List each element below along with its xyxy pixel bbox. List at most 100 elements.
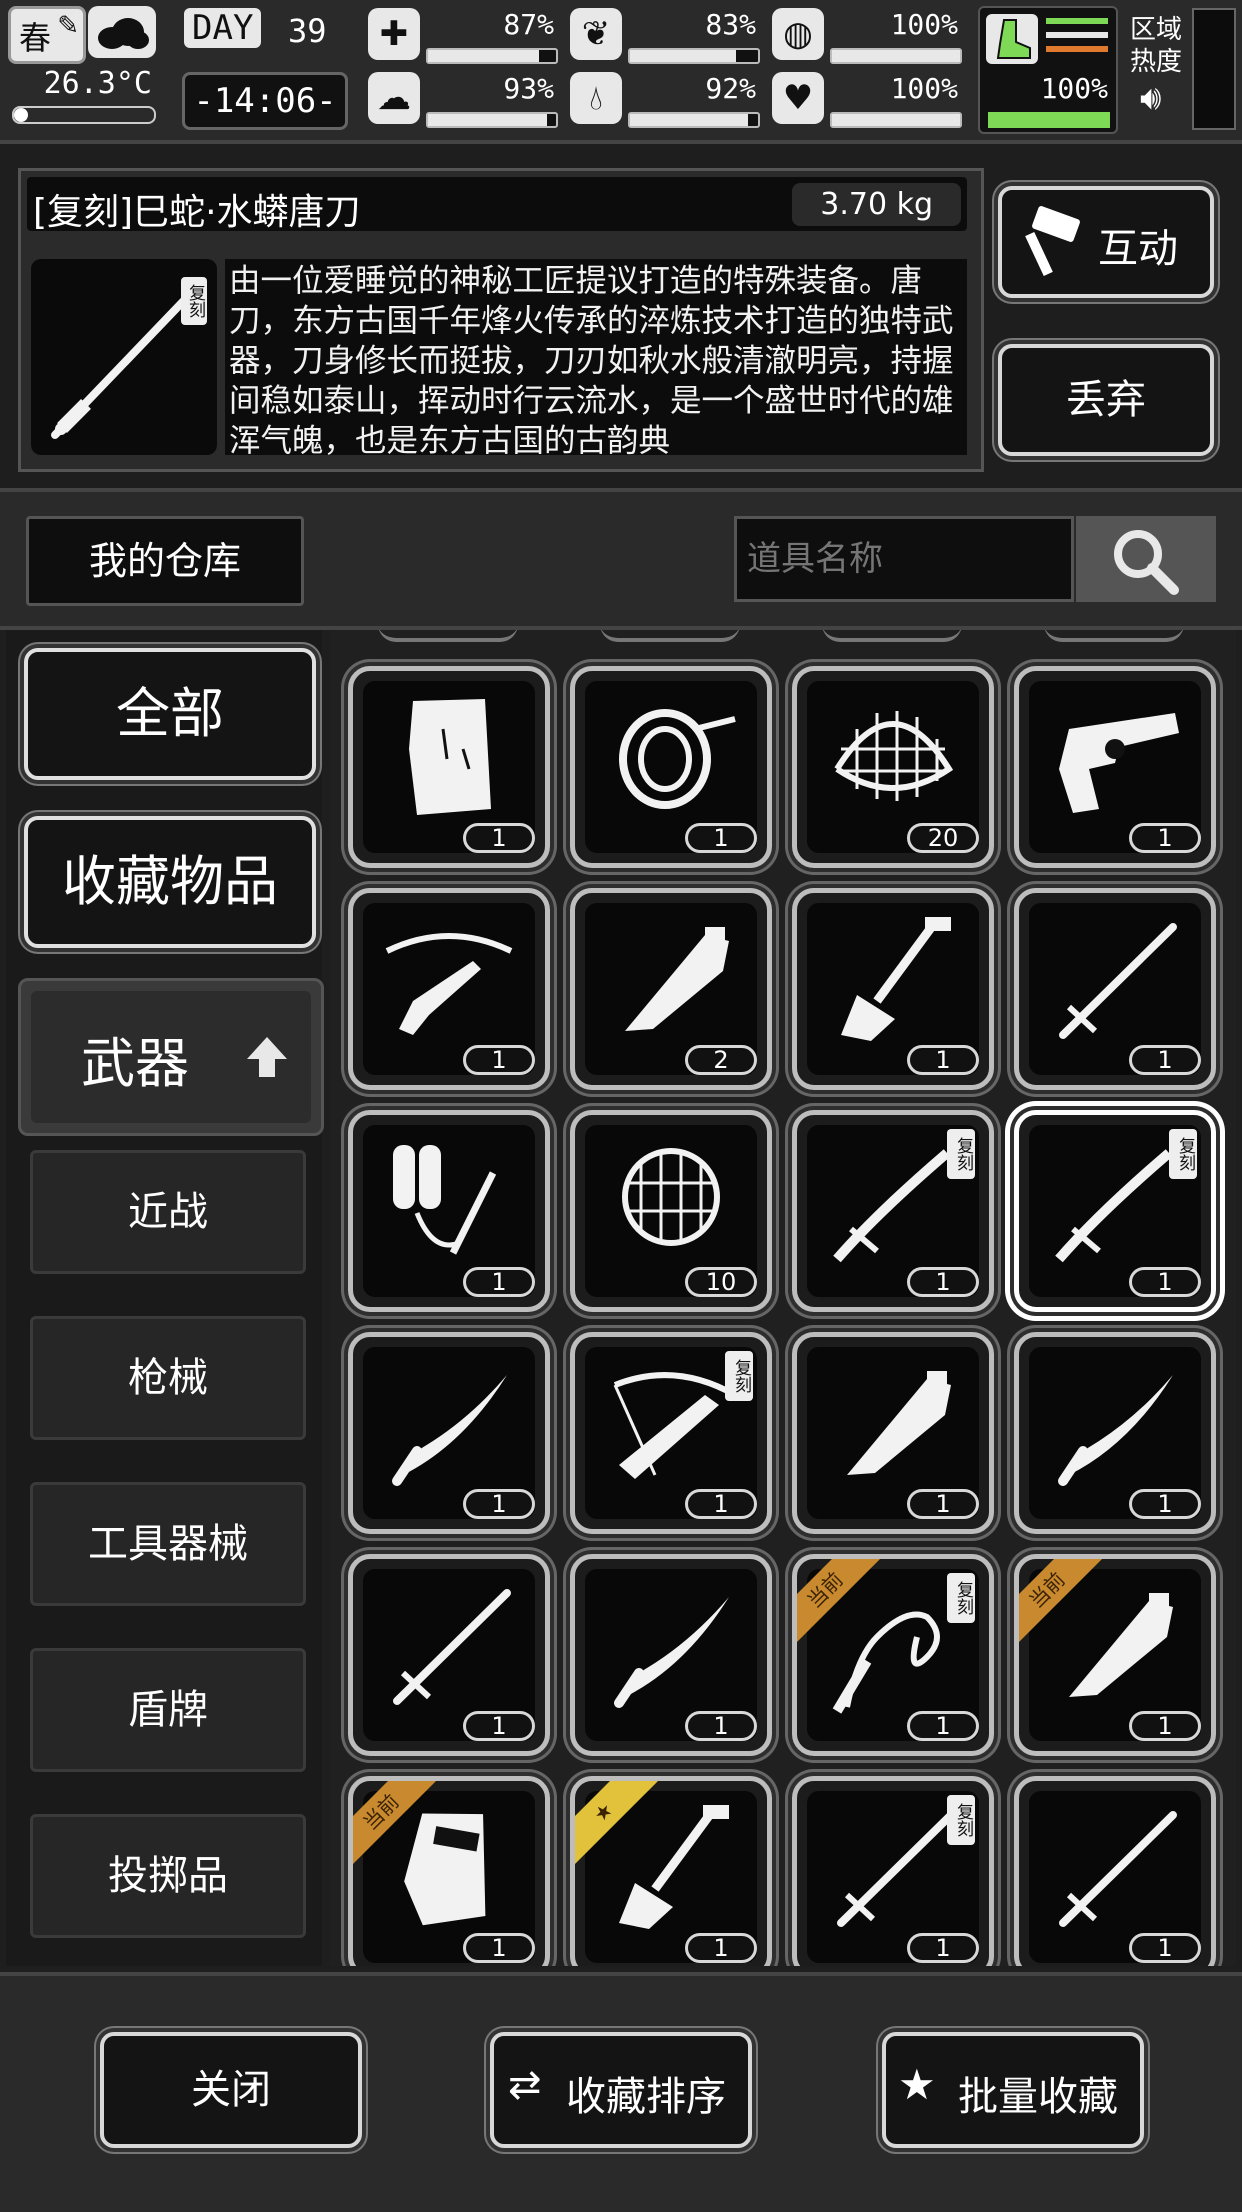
stamina-stat: ◍ 100% <box>772 8 962 64</box>
day-counter: DAY 39 <box>182 6 342 62</box>
season-text: 春 <box>19 19 52 57</box>
inventory-slot[interactable]: 1 <box>792 1332 994 1534</box>
inventory-slot[interactable]: 20 <box>792 666 994 868</box>
inventory-slot[interactable]: 1 ★ <box>570 1776 772 1966</box>
inventory-slot[interactable]: 2 <box>570 888 772 1090</box>
movement-panel: 100% <box>978 6 1118 134</box>
health-value: 87% <box>503 8 554 41</box>
subcategory-firearms[interactable]: 枪械 <box>30 1316 306 1440</box>
close-button[interactable]: 关闭 <box>100 2032 362 2148</box>
stars-icon: ★ <box>898 2060 936 2109</box>
foot-icon <box>986 14 1038 64</box>
brain-icon: ☁ <box>368 72 420 124</box>
item-count: 1 <box>907 1711 979 1741</box>
inventory-slot[interactable]: 1 <box>792 888 994 1090</box>
inventory-slot[interactable]: 1 <box>1014 888 1216 1090</box>
subcategory-shields[interactable]: 盾牌 <box>30 1648 306 1772</box>
inventory-slot[interactable]: 1 <box>348 888 550 1090</box>
inventory-slot[interactable]: 1 <box>348 1332 550 1534</box>
stamina-value: 100% <box>890 8 958 41</box>
subcategory-throwables-label: 投掷品 <box>108 1853 228 1899</box>
category-weapons[interactable]: 武器 <box>18 978 324 1136</box>
interact-button[interactable]: 互动 <box>998 186 1214 298</box>
item-count: 1 <box>463 1045 535 1075</box>
hunger-value: 83% <box>705 8 756 41</box>
sanity-stat: ☁ 93% <box>368 72 558 128</box>
replica-tag: 复刻 <box>947 1795 975 1845</box>
inventory-slot[interactable]: 1 <box>1014 1332 1216 1534</box>
item-count: 1 <box>685 1933 757 1963</box>
foot-bar <box>988 112 1110 128</box>
replica-tag: 复刻 <box>725 1351 753 1401</box>
subcategory-tools-label: 工具器械 <box>88 1521 248 1567</box>
inventory-slot[interactable]: 复刻 1 <box>1014 1110 1216 1312</box>
day-label: DAY <box>184 8 262 48</box>
item-count: 1 <box>907 1045 979 1075</box>
subcategory-shields-label: 盾牌 <box>128 1687 208 1733</box>
category-all[interactable]: 全部 <box>24 648 316 780</box>
mood-stat: ♥ 100% <box>772 72 962 128</box>
hammer-icon <box>1025 206 1080 277</box>
heart-icon: ♥ <box>772 72 824 124</box>
replica-tag: 复刻 <box>947 1573 975 1623</box>
water-drop-icon: 💧︎ <box>570 72 622 124</box>
subcategory-throwables[interactable]: 投掷品 <box>30 1814 306 1938</box>
first-aid-kit-icon: ✚ <box>368 8 420 60</box>
activity-stripes <box>1046 18 1108 52</box>
item-count: 1 <box>1129 1045 1201 1075</box>
item-count: 1 <box>907 1267 979 1297</box>
inventory-slot[interactable]: 复刻 1 <box>792 1110 994 1312</box>
item-count: 1 <box>1129 823 1201 853</box>
item-detail-panel: [复刻]巳蛇·水蟒唐刀 3.70 kg 复刻 由一位爱睡觉的神秘工匠提议打造的特… <box>18 168 984 472</box>
foot-value: 100% <box>1040 72 1108 105</box>
clock-text: -14:06- <box>193 81 337 121</box>
close-label: 关闭 <box>191 2067 271 2113</box>
favorite-ribbon: ★ <box>575 1781 663 1869</box>
item-count: 1 <box>685 823 757 853</box>
region-heat-meter <box>1192 8 1236 130</box>
inventory-slot[interactable]: 1 <box>348 1554 550 1756</box>
item-count: 20 <box>907 823 979 853</box>
inventory-slot[interactable]: 1 <box>1014 1776 1216 1966</box>
inventory-slot[interactable]: 1 <box>348 666 550 868</box>
category-favorites[interactable]: 收藏物品 <box>24 816 316 948</box>
sanity-value: 93% <box>503 72 554 105</box>
inventory-slot[interactable]: 1 <box>1014 666 1216 868</box>
item-count: 1 <box>1129 1267 1201 1297</box>
inventory-grid: 1 1 20 1 1 2 1 1 1 10 复刻 1 复刻 1 1 复刻 1 1 1 1 1 复刻 1 当前 1 当前 1 当前 1 ★ 复… <box>330 630 1236 1966</box>
category-sidebar: 全部 收藏物品 武器 近战 枪械 工具器械 盾牌 投掷品 <box>6 630 324 1966</box>
subcategory-tools[interactable]: 工具器械 <box>30 1482 306 1606</box>
inventory-slot[interactable]: 复刻 1 <box>570 1332 772 1534</box>
my-warehouse-tab[interactable]: 我的仓库 <box>26 516 304 606</box>
sanity-bar <box>426 112 558 128</box>
inventory-slot[interactable]: 1 <box>570 1554 772 1756</box>
item-count: 1 <box>685 1711 757 1741</box>
item-count: 1 <box>463 1267 535 1297</box>
warehouse-header: 我的仓库 <box>0 488 1242 630</box>
inventory-slot[interactable]: 复刻 1 当前 <box>792 1554 994 1756</box>
search-button[interactable] <box>1076 516 1216 602</box>
inventory-slot[interactable]: 10 <box>570 1110 772 1312</box>
inventory-slot[interactable]: 1 <box>570 666 772 868</box>
cloud-icon <box>88 6 156 58</box>
thirst-bar <box>628 112 760 128</box>
subcategory-melee[interactable]: 近战 <box>30 1150 306 1274</box>
equipped-ribbon: 当前 <box>1019 1559 1107 1647</box>
mood-bar <box>830 112 962 128</box>
hunger-stat: ❦ 83% <box>570 8 760 64</box>
inventory-slot[interactable]: 1 当前 <box>1014 1554 1216 1756</box>
inventory-slot[interactable]: 复刻 1 <box>792 1776 994 1966</box>
discard-button[interactable]: 丢弃 <box>998 344 1214 456</box>
speaker-icon[interactable]: 🔊︎ <box>1140 78 1161 118</box>
inventory-slot[interactable]: 1 当前 <box>348 1776 550 1966</box>
replica-tag: 复刻 <box>181 277 207 325</box>
item-count: 1 <box>463 823 535 853</box>
temperature-text: 26.3°C <box>43 66 152 101</box>
sort-favorites-button[interactable]: ⇄ 收藏排序 <box>490 2032 752 2148</box>
batch-favorite-button[interactable]: ★ 批量收藏 <box>882 2032 1144 2148</box>
item-title-bar: [复刻]巳蛇·水蟒唐刀 3.70 kg <box>27 177 967 233</box>
item-count: 1 <box>1129 1489 1201 1519</box>
status-bar: 春 ✎ 26.3°C DAY 39 -14:06- ✚ 87% ❦ 83% ◍ … <box>0 0 1242 144</box>
inventory-slot[interactable]: 1 <box>348 1110 550 1312</box>
search-input[interactable] <box>734 516 1074 602</box>
